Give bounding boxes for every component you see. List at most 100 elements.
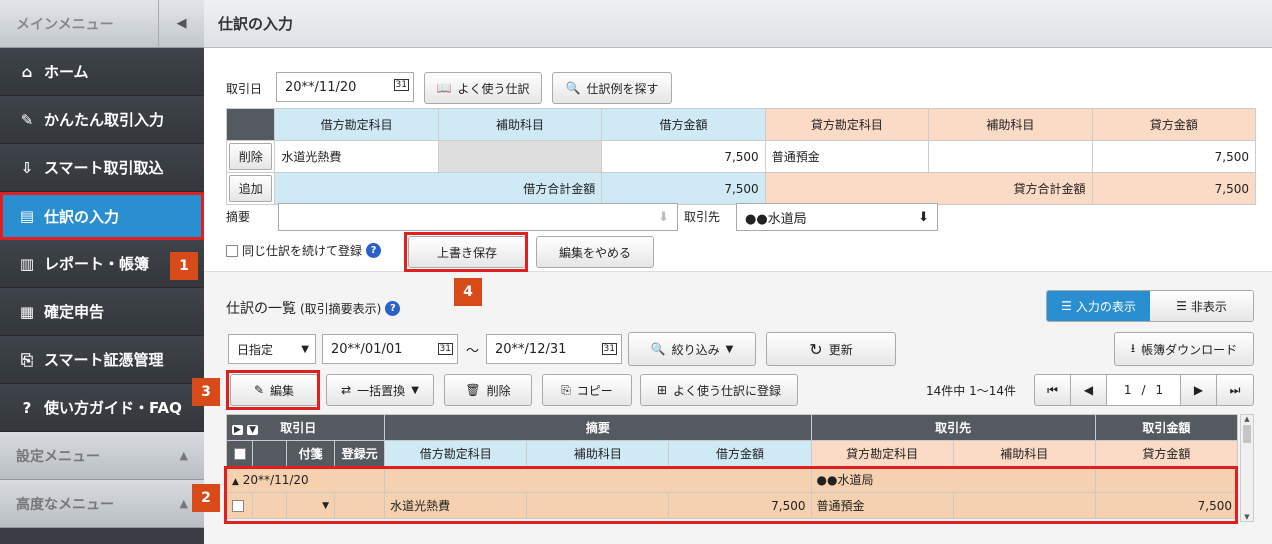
import-icon: ⇩: [20, 158, 34, 177]
header-blank: [252, 440, 288, 467]
header-credit-account: 貸方勘定科目: [810, 440, 954, 467]
filter-button[interactable]: 🔍 絞り込み ▼: [628, 332, 756, 366]
calendar-icon[interactable]: 31: [601, 343, 617, 355]
last-page-icon[interactable]: ⏭: [1217, 375, 1253, 405]
sidebar-item-label: 使い方ガイド・FAQ: [44, 399, 182, 417]
sidebar-item-evidence[interactable]: ⎘ スマート証憑管理: [0, 336, 204, 384]
collapse-sidebar-button[interactable]: ◀: [158, 0, 204, 48]
page-title: 仕訳の入力: [204, 0, 1272, 48]
from-date-input[interactable]: 20**/01/01 31: [322, 334, 458, 364]
debit-sub-cell[interactable]: [437, 140, 603, 173]
credit-account-cell[interactable]: 普通預金: [764, 140, 930, 173]
credit-sub-cell[interactable]: [928, 140, 1093, 173]
search-examples-button[interactable]: 🔍 仕訳例を探す: [552, 72, 672, 104]
date-input[interactable]: 20**/11/20 31: [276, 72, 414, 102]
partner-label: 取引先: [684, 210, 721, 224]
sidebar-item-home[interactable]: ⌂ ホーム: [0, 48, 204, 96]
arrow-down-icon[interactable]: ⬇: [918, 210, 929, 225]
chevron-up-icon: ▲: [179, 449, 188, 462]
scroll-down-icon[interactable]: ▼: [1241, 513, 1253, 521]
refresh-button[interactable]: ↻ 更新: [766, 332, 896, 366]
header-amount: 取引金額: [1094, 414, 1239, 441]
next-page-icon[interactable]: ▶: [1181, 375, 1217, 405]
sidebar-item-label: 仕訳の入力: [44, 207, 120, 226]
toggle-hide[interactable]: ☰ 非表示: [1150, 291, 1253, 321]
debit-account-cell[interactable]: 水道光熱費: [274, 140, 439, 173]
display-toggle[interactable]: ☰ 入力の表示 ☰ 非表示: [1046, 290, 1254, 322]
memo-label: 摘要: [226, 210, 251, 224]
sidebar-item-smart-import[interactable]: ⇩ スマート取引取込: [0, 144, 204, 192]
register-favorite-button[interactable]: ⊞ よく使う仕訳に登録: [640, 374, 798, 406]
scroll-up-icon[interactable]: ▲: [1241, 415, 1253, 423]
sidebar-item-label: ホーム: [44, 63, 89, 81]
favorite-journals-button[interactable]: 📖 よく使う仕訳: [424, 72, 542, 104]
current-page[interactable]: 1: [1124, 383, 1132, 397]
partner-input[interactable]: ●●水道局 ⬇: [736, 203, 938, 231]
sidebar-item-easy-entry[interactable]: ✎ かんたん取引入力: [0, 96, 204, 144]
button-label: 削除: [486, 383, 511, 398]
debit-amount-cell[interactable]: 7,500: [601, 140, 766, 173]
toggle-hide-label: 非表示: [1190, 299, 1227, 314]
button-label: よく使う仕訳に登録: [673, 383, 782, 398]
help-icon[interactable]: ?: [366, 243, 382, 258]
help-icon[interactable]: ?: [385, 300, 401, 316]
header-debit-sub: 補助科目: [437, 108, 603, 141]
step-badge-1: 1: [170, 252, 198, 280]
download-ledger-button[interactable]: ⭳ 帳簿ダウンロード: [1114, 332, 1254, 366]
refresh-icon: ↻: [809, 339, 823, 359]
add-row-button[interactable]: 追加: [229, 175, 273, 202]
same-entry-option[interactable]: 同じ仕訳を続けて登録?: [226, 242, 382, 259]
list-subtitle: (取引摘要表示): [300, 301, 382, 316]
header-credit-amount: 貸方金額: [1094, 440, 1239, 467]
same-entry-label: 同じ仕訳を続けて登録: [242, 244, 363, 258]
vertical-scrollbar[interactable]: ▲ ▼: [1240, 414, 1254, 522]
sidebar-item-help[interactable]: ? 使い方ガイド・FAQ: [0, 384, 204, 432]
select-all-checkbox[interactable]: [233, 448, 246, 460]
same-entry-checkbox[interactable]: [226, 244, 238, 257]
toggle-show[interactable]: ☰ 入力の表示: [1047, 291, 1150, 321]
result-count: 14件中 1～14件: [926, 384, 1016, 398]
delete-row-button[interactable]: 削除: [229, 143, 273, 170]
debit-total-label: 借方合計金額: [274, 172, 603, 205]
period-select[interactable]: 日指定 ▼: [228, 334, 316, 364]
cancel-edit-button[interactable]: 編集をやめる: [536, 236, 654, 268]
list-title: 仕訳の一覧 (取引摘要表示)?: [226, 298, 401, 318]
delete-button[interactable]: 🗑 削除: [444, 374, 532, 406]
collapse-icon[interactable]: ▼: [247, 425, 259, 435]
copy-button[interactable]: ⎘ コピー: [542, 374, 632, 406]
calendar-icon[interactable]: 31: [393, 79, 409, 91]
scroll-thumb[interactable]: [1243, 425, 1251, 443]
step-badge-3: 3: [192, 378, 220, 406]
memo-input[interactable]: ⬇: [278, 203, 678, 231]
page-separator: /: [1141, 383, 1146, 397]
sidebar-item-tax-return[interactable]: ▦ 確定申告: [0, 288, 204, 336]
advanced-menu-label: 高度なメニュー: [16, 496, 114, 513]
to-date-input[interactable]: 20**/12/31 31: [486, 334, 622, 364]
header-date-group: ▶ ▼ 取引日: [225, 414, 386, 441]
settings-menu[interactable]: 設定メニュー ▲: [0, 432, 204, 480]
caret-down-icon: ▼: [301, 343, 309, 355]
button-label: 更新: [828, 342, 853, 357]
highlight-row: [224, 466, 1238, 524]
settings-menu-label: 設定メニュー: [16, 448, 100, 465]
caret-down-icon: ▼: [411, 384, 419, 396]
list-icon: ☰: [1176, 299, 1187, 313]
calendar-icon[interactable]: 31: [437, 343, 453, 355]
date-label: 取引日: [226, 82, 263, 96]
sidebar-item-journal-entry[interactable]: ▤ 仕訳の入力: [0, 192, 204, 240]
range-tilde: ～: [466, 344, 480, 359]
period-value: 日指定: [237, 342, 274, 357]
header-credit-account: 貸方勘定科目: [764, 108, 930, 141]
to-date-value: 20**/12/31: [495, 341, 567, 357]
sidebar-item-label: かんたん取引入力: [44, 111, 165, 129]
prev-page-icon[interactable]: ◀: [1071, 375, 1107, 405]
header-credit-amount: 貸方金額: [1091, 108, 1257, 141]
first-page-icon[interactable]: ⏮: [1035, 375, 1071, 405]
header-memo: 摘要: [384, 414, 812, 441]
entry-panel: 取引日 20**/11/20 31 📖 よく使う仕訳 🔍 仕訳例を探す 借方勘定科目 …: [204, 48, 1272, 272]
bulk-replace-button[interactable]: ⇄ 一括置換 ▼: [326, 374, 434, 406]
highlight-edit: [226, 370, 320, 410]
credit-amount-cell[interactable]: 7,500: [1091, 140, 1257, 173]
expand-icon[interactable]: ▶: [232, 425, 243, 435]
advanced-menu[interactable]: 高度なメニュー ▲: [0, 480, 204, 528]
